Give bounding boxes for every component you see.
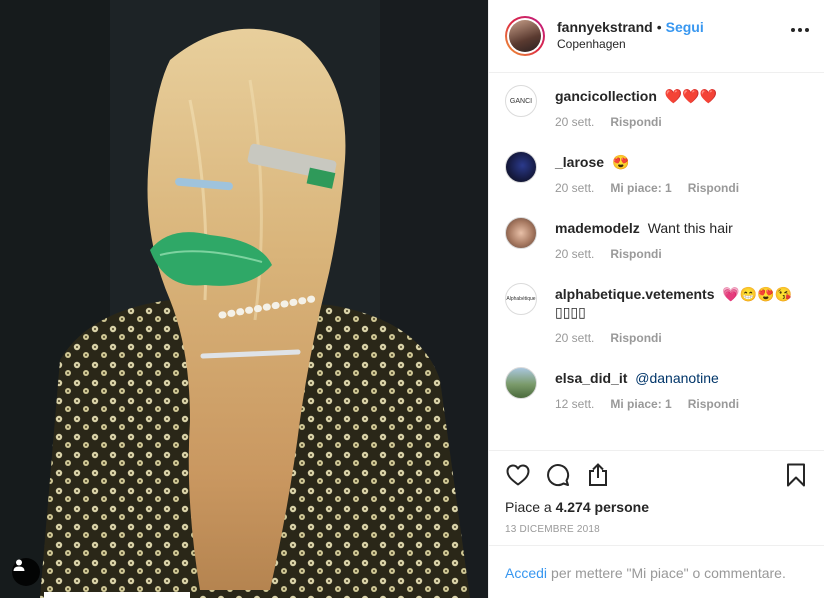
comment-item: GANCI gancicollection ❤️❤️❤️ 20 sett. Ri…	[505, 73, 809, 129]
author-avatar-image	[509, 20, 541, 52]
login-prompt-text: per mettere "Mi piace" o commentare.	[551, 565, 786, 581]
comment-avatar[interactable]: Alphabétique	[505, 283, 537, 315]
login-link[interactable]: Accedi	[505, 565, 547, 581]
comment-avatar[interactable]	[505, 151, 537, 183]
comment-mention-link[interactable]: @dananotine	[635, 370, 719, 386]
likes-summary: Piace a 4.274 persone	[505, 499, 649, 515]
comments-list[interactable]: GANCI gancicollection ❤️❤️❤️ 20 sett. Ri…	[489, 73, 824, 450]
share-icon[interactable]	[585, 462, 611, 488]
post-header: fannyekstrand • Segui Copenhagen	[489, 0, 824, 73]
comment-item: elsa_did_it @dananotine 12 sett. Mi piac…	[505, 345, 809, 411]
tagged-users-button[interactable]	[12, 558, 40, 586]
comment-item: _larose 😍 20 sett. Mi piace: 1 Rispondi	[505, 129, 809, 195]
comment-username[interactable]: gancicollection	[555, 88, 657, 104]
reply-button[interactable]: Rispondi	[610, 247, 661, 261]
heart-icon[interactable]	[505, 462, 531, 488]
comment-time[interactable]: 20 sett.	[555, 247, 594, 261]
comment-item: mademodelz Want this hair 20 sett. Rispo…	[505, 195, 809, 261]
comment-username[interactable]: alphabetique.vetements	[555, 286, 715, 302]
comment-username[interactable]: mademodelz	[555, 220, 640, 236]
comment-time[interactable]: 20 sett.	[555, 331, 594, 345]
follow-button[interactable]: Segui	[666, 19, 704, 36]
post-location[interactable]: Copenhagen	[557, 36, 704, 53]
comment-avatar[interactable]: GANCI	[505, 85, 537, 117]
more-options-icon[interactable]	[791, 28, 809, 32]
reply-button[interactable]: Rispondi	[610, 331, 661, 345]
comment-text: 😍	[611, 154, 630, 170]
comment-likes-count[interactable]: Mi piace: 1	[610, 181, 671, 195]
user-icon	[13, 559, 25, 571]
reply-button[interactable]: Rispondi	[688, 181, 739, 195]
photo-bottom-strip	[44, 592, 190, 598]
reply-button[interactable]: Rispondi	[688, 397, 739, 411]
likes-count[interactable]: 4.274 persone	[556, 499, 649, 515]
comment-item: Alphabétique alphabetique.vetements 💗😁😍😘…	[505, 261, 809, 345]
comment-time[interactable]: 20 sett.	[555, 115, 594, 129]
author-avatar[interactable]	[505, 16, 545, 56]
photo-illustration	[0, 0, 488, 598]
comment-icon[interactable]	[545, 462, 571, 488]
post-side-panel: fannyekstrand • Segui Copenhagen GANCI g…	[488, 0, 824, 598]
comment-username[interactable]: elsa_did_it	[555, 370, 627, 386]
comment-text: ❤️❤️❤️	[664, 88, 718, 104]
comment-text: Want this hair	[647, 220, 733, 236]
post-date[interactable]: 13 DICEMBRE 2018	[505, 524, 809, 535]
separator-dot: •	[656, 19, 662, 35]
post-photo[interactable]	[0, 0, 488, 598]
comment-avatar[interactable]	[505, 217, 537, 249]
comment-time[interactable]: 20 sett.	[555, 181, 594, 195]
comment-time[interactable]: 12 sett.	[555, 397, 594, 411]
login-prompt: Accedi per mettere "Mi piace" o commentar…	[489, 545, 824, 598]
bookmark-icon[interactable]	[783, 462, 809, 488]
reply-button[interactable]: Rispondi	[610, 115, 661, 129]
comment-avatar[interactable]	[505, 367, 537, 399]
comment-likes-count[interactable]: Mi piace: 1	[610, 397, 671, 411]
post-actions: Piace a 4.274 persone 13 DICEMBRE 2018	[489, 450, 824, 545]
author-username[interactable]: fannyekstrand	[557, 19, 653, 36]
comment-username[interactable]: _larose	[555, 154, 604, 170]
